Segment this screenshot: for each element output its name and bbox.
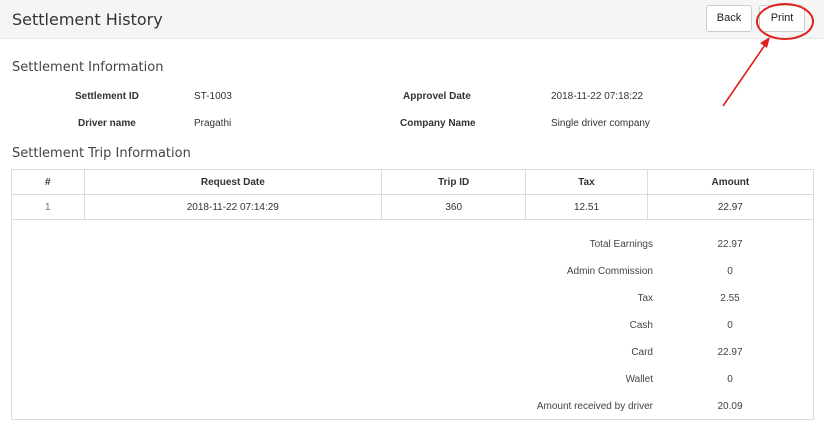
row-trip-id: 360 <box>381 194 527 220</box>
summary-label: Admin Commission <box>566 266 653 277</box>
row-request-date: 2018-11-22 07:14:29 <box>83 194 383 220</box>
driver-name-label: Driver name <box>78 118 136 129</box>
summary-row-cash: Cash 0 <box>12 320 815 334</box>
row-index: 1 <box>11 194 85 220</box>
summary-row-amount-received: Amount received by driver 20.09 <box>12 401 815 415</box>
summary-value: 20.09 <box>717 401 743 412</box>
summary-label: Wallet <box>625 374 653 385</box>
summary-label: Card <box>631 347 653 358</box>
column-header-index: # <box>11 169 85 195</box>
column-header-amount: Amount <box>646 169 815 195</box>
approvel-date-value: 2018-11-22 07:18:22 <box>551 91 644 102</box>
column-header-tax: Tax <box>525 169 648 195</box>
summary-label: Tax <box>637 293 653 304</box>
summary-row-total-earnings: Total Earnings 22.97 <box>12 239 815 253</box>
column-header-request-date: Request Date <box>83 169 383 195</box>
summary-row-wallet: Wallet 0 <box>12 374 815 388</box>
annotation-arrow <box>722 37 770 107</box>
page-header: Settlement History Back Print <box>0 0 824 39</box>
summary-value: 2.55 <box>720 293 740 304</box>
row-tax: 12.51 <box>525 194 648 220</box>
settlement-information-title: Settlement Information <box>12 60 164 75</box>
settlement-id-label: Settlement ID <box>75 91 139 102</box>
company-name-label: Company Name <box>400 118 476 129</box>
summary-value: 22.97 <box>717 347 743 358</box>
summary-label: Amount received by driver <box>536 401 653 412</box>
table-row: 1 2018-11-22 07:14:29 360 12.51 22.97 <box>11 194 815 220</box>
driver-name-value: Pragathi <box>194 118 232 129</box>
settlement-id-value: ST-1003 <box>194 91 232 102</box>
company-name-value: Single driver company <box>551 118 650 129</box>
summary-row-tax: Tax 2.55 <box>12 293 815 307</box>
row-amount: 22.97 <box>646 194 815 220</box>
column-header-trip-id: Trip ID <box>381 169 527 195</box>
page-title: Settlement History <box>12 10 163 29</box>
back-button[interactable]: Back <box>706 5 752 32</box>
summary-value: 0 <box>727 266 733 277</box>
trip-table: # Request Date Trip ID Tax Amount 1 2018… <box>11 169 815 220</box>
summary-value: 22.97 <box>717 239 743 250</box>
summary-value: 0 <box>727 374 733 385</box>
summary-label: Cash <box>629 320 653 331</box>
summary-box: Total Earnings 22.97 Admin Commission 0 … <box>11 218 814 420</box>
summary-row-card: Card 22.97 <box>12 347 815 361</box>
summary-value: 0 <box>727 320 733 331</box>
summary-row-admin-commission: Admin Commission 0 <box>12 266 815 280</box>
settlement-trip-information-title: Settlement Trip Information <box>12 146 191 161</box>
summary-label: Total Earnings <box>589 239 653 250</box>
table-header-row: # Request Date Trip ID Tax Amount <box>11 169 815 195</box>
approvel-date-label: Approvel Date <box>403 91 471 102</box>
